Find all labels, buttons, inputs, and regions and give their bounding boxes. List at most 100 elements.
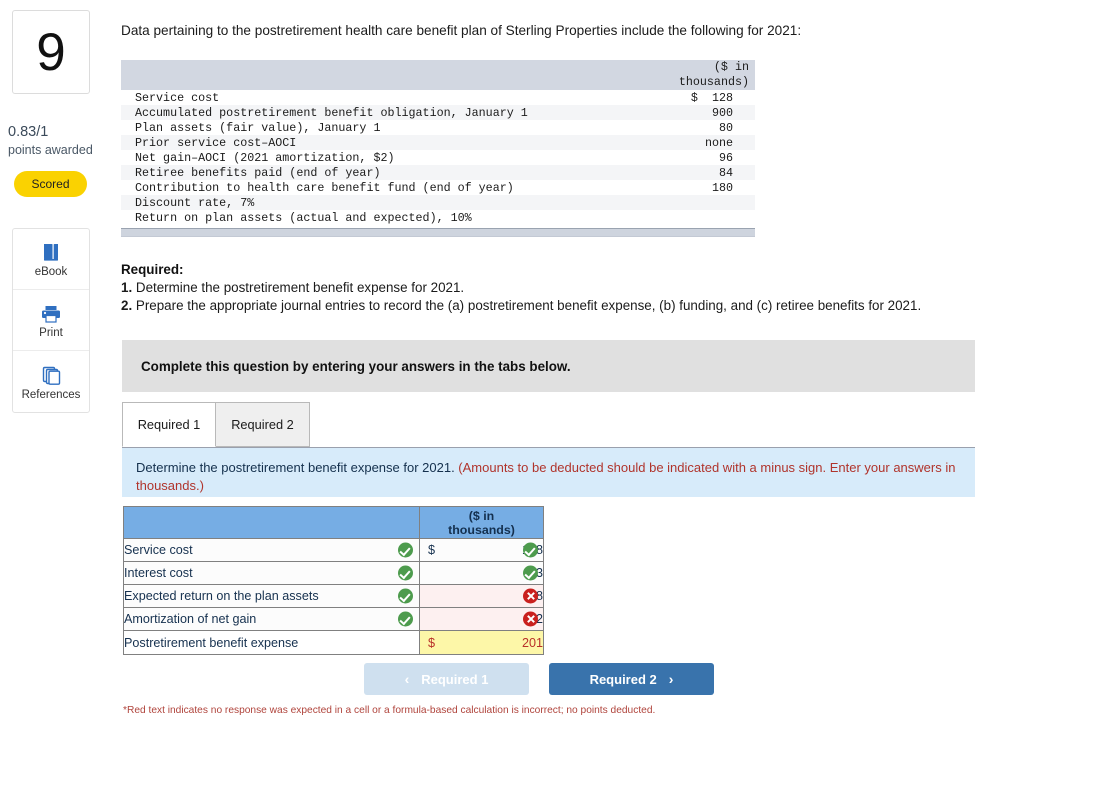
sidebar-item-references[interactable]: References: [13, 351, 89, 412]
table-row: Expected return on the plan assets 8: [123, 584, 544, 608]
required-block: Required: 1. Determine the postretiremen…: [121, 262, 921, 313]
sidebar-item-ebook[interactable]: eBook: [13, 229, 89, 290]
tab-required-1[interactable]: Required 1: [122, 402, 216, 447]
required-item-1: 1. Determine the postretirement benefit …: [121, 280, 921, 295]
tab-instruction-panel: Determine the postretirement benefit exp…: [122, 447, 975, 497]
sidebar-item-references-label: References: [21, 388, 81, 401]
given-data-value: [635, 210, 755, 225]
given-data-value: none: [704, 135, 733, 150]
table-row: Retiree benefits paid (end of year) 84: [121, 165, 755, 180]
chevron-right-icon: ›: [668, 671, 674, 687]
given-data-value: $ 128: [690, 90, 733, 105]
answer-header-row: ($ in thousands): [123, 506, 544, 539]
required-item-2-text: Prepare the appropriate journal entries …: [132, 298, 922, 313]
ebook-icon: [41, 240, 62, 263]
answer-row-label-cell[interactable]: Amortization of net gain: [123, 607, 420, 631]
answer-row-value-cell[interactable]: $128: [419, 538, 544, 562]
tab-required-2-label: Required 2: [231, 417, 294, 432]
given-data-horizontal-scrollbar[interactable]: [121, 228, 755, 237]
given-data-header-amount: ($ in thousands): [635, 60, 755, 90]
given-data-value: 84: [718, 165, 733, 180]
answer-row-label: Amortization of net gain: [124, 612, 257, 626]
table-row: Contribution to health care benefit fund…: [121, 180, 755, 195]
required-item-2-number: 2.: [121, 298, 133, 313]
answer-header-amount-line1: ($ in: [468, 508, 495, 523]
given-data-label: Discount rate, 7%: [135, 195, 255, 210]
given-data-header-blank: [121, 60, 635, 90]
answer-row-label: Expected return on the plan assets: [124, 589, 319, 603]
table-row: Discount rate, 7%: [121, 195, 755, 210]
given-data-header-row: ($ in thousands): [121, 60, 755, 90]
question-intro-text: Data pertaining to the postretirement he…: [121, 23, 802, 38]
table-row: Net gain–AOCI (2021 amortization, $2) 96: [121, 150, 755, 165]
table-row: Accumulated postretirement benefit oblig…: [121, 105, 755, 120]
table-row: Service cost $128: [123, 538, 544, 562]
sidebar-item-ebook-label: eBook: [34, 266, 68, 278]
given-data-label: Service cost: [135, 90, 220, 105]
incorrect-x-icon: [523, 588, 538, 604]
table-row: Plan assets (fair value), January 1 80: [121, 120, 755, 135]
given-data-value: [635, 195, 755, 210]
table-row: Prior service cost–AOCI none: [121, 135, 755, 150]
correct-check-icon: [523, 542, 538, 558]
answer-row-label-cell[interactable]: Service cost: [123, 538, 420, 562]
tab-required-1-label: Required 1: [137, 417, 201, 432]
correct-check-icon: [398, 542, 413, 558]
answer-header-amount: ($ in thousands): [419, 506, 544, 539]
tab-required-2[interactable]: Required 2: [216, 402, 310, 447]
correct-check-icon: [398, 611, 413, 627]
required-item-1-number: 1.: [121, 280, 133, 295]
correct-check-icon: [398, 588, 413, 604]
answer-total-row: Postretirement benefit expense $201: [123, 630, 544, 655]
table-row: Return on plan assets (actual and expect…: [121, 210, 755, 225]
points-awarded-value: 0.83/1: [8, 124, 49, 140]
prev-required-1-button[interactable]: ‹ Required 1: [364, 663, 529, 695]
answer-row-value-cell[interactable]: 8: [419, 584, 544, 608]
incorrect-x-icon: [523, 611, 538, 627]
given-data-label: Contribution to health care benefit fund…: [135, 180, 514, 195]
references-copy-icon: [41, 363, 62, 386]
instruction-banner-text: Complete this question by entering your …: [141, 358, 571, 374]
given-data-label: Retiree benefits paid (end of year): [135, 165, 381, 180]
given-data-table: ($ in thousands) Service cost $ 128 Accumul…: [121, 60, 755, 225]
given-data-label: Net gain–AOCI (2021 amortization, $2): [135, 150, 395, 165]
next-required-2-label: Required 2: [589, 671, 657, 687]
tab-instruction-black-text: Determine the postretirement benefit exp…: [136, 460, 459, 475]
given-data-label: Accumulated postretirement benefit oblig…: [135, 105, 528, 120]
question-number-box: 9: [12, 10, 90, 94]
answer-row-label-cell[interactable]: Expected return on the plan assets: [123, 584, 420, 608]
given-data-value: 96: [718, 150, 733, 165]
answer-total-value: 201: [521, 635, 543, 650]
instruction-banner: Complete this question by entering your …: [122, 340, 975, 392]
correct-check-icon: [398, 565, 413, 581]
currency-symbol: $: [428, 543, 436, 557]
given-data-value: 900: [711, 105, 733, 120]
given-data-label: Plan assets (fair value), January 1: [135, 120, 381, 135]
answer-row-label: Interest cost: [124, 566, 193, 580]
question-number: 9: [36, 22, 66, 82]
sidebar-item-print[interactable]: Print: [13, 290, 89, 351]
answer-total-value-cell: $201: [419, 630, 544, 655]
given-data-value: 180: [711, 180, 733, 195]
answer-row-label-cell[interactable]: Interest cost: [123, 561, 420, 585]
status-badge: Scored: [14, 171, 87, 197]
given-data-value: 80: [718, 120, 733, 135]
answer-total-label: Postretirement benefit expense: [123, 630, 420, 655]
tool-button-group: eBook Print References: [12, 228, 90, 413]
prev-required-1-label: Required 1: [421, 671, 489, 687]
answer-row-value-cell[interactable]: 2: [419, 607, 544, 631]
answer-table-wrapper: ($ inthousands) Service cost $128 Interest …: [123, 506, 544, 655]
given-data-label: Prior service cost–AOCI: [135, 135, 297, 150]
status-badge-label: Scored: [31, 177, 70, 191]
table-row: Amortization of net gain 2: [123, 607, 544, 631]
next-required-2-button[interactable]: Required 2 ›: [549, 663, 714, 695]
answer-header-blank: [123, 506, 420, 539]
answer-row-value-cell[interactable]: 63: [419, 561, 544, 585]
answer-row-label: Service cost: [124, 543, 193, 557]
currency-symbol: $: [428, 635, 436, 650]
required-heading: Required:: [121, 262, 184, 277]
given-data-table-wrapper: ($ in thousands) Service cost $ 128 Accumul…: [121, 60, 755, 237]
required-item-2: 2. Prepare the appropriate journal entri…: [121, 298, 921, 313]
table-row: Service cost $ 128: [121, 90, 755, 105]
printer-icon: [40, 301, 62, 324]
